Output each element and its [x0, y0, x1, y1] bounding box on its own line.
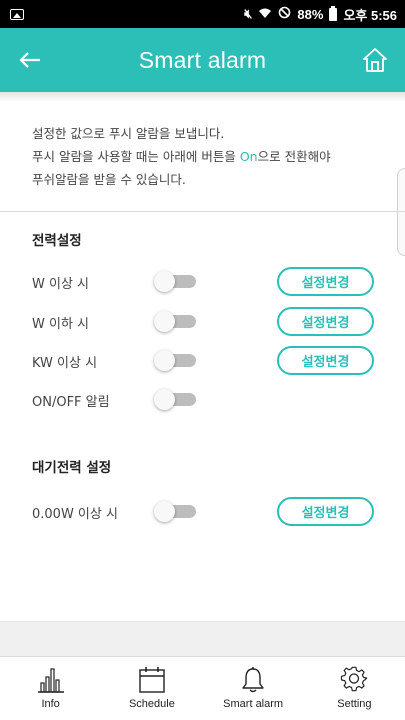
nav-item-setting[interactable]: Setting [304, 657, 405, 720]
toggle-switch[interactable] [154, 389, 196, 410]
description-line-2: 푸시 알람을 사용할 때는 아래에 버튼을 On으로 전환해야 [32, 149, 331, 164]
toggle-switch[interactable] [154, 501, 196, 522]
battery-icon [329, 5, 338, 21]
nav-label: Schedule [128, 698, 175, 710]
change-setting-button[interactable]: 설정변경 [277, 267, 374, 296]
setting-row-onoff: ON/OFF 알림 [0, 385, 405, 415]
battery-percent: 88% [297, 6, 324, 22]
nav-item-schedule[interactable]: Schedule [101, 657, 202, 720]
setting-row-w-below: W 이하 시 설정변경 [0, 307, 405, 337]
change-setting-button[interactable]: 설정변경 [277, 307, 374, 336]
toggle-switch[interactable] [154, 350, 196, 371]
row-label: ON/OFF 알림 [32, 395, 110, 410]
toggle-switch[interactable] [154, 271, 196, 292]
standby-section-title: 대기전력 설정 [32, 460, 112, 476]
gallery-notification-icon [10, 8, 24, 20]
nav-item-smart-alarm[interactable]: Smart alarm [203, 657, 304, 720]
footer-spacer [0, 621, 405, 656]
setting-row-w-above: W 이상 시 설정변경 [0, 267, 405, 297]
row-label: W 이상 시 [32, 277, 89, 292]
description-line-3: 푸쉬알람을 받을 수 있습니다. [32, 172, 186, 187]
nav-label: Smart alarm [223, 698, 284, 710]
setting-row-kw-above: KW 이상 시 설정변경 [0, 346, 405, 376]
gear-icon [341, 666, 368, 692]
description-text: 설정한 값으로 푸시 알람을 보냅니다. 푸시 알람을 사용할 때는 아래에 버… [32, 122, 392, 191]
nav-label: Info [41, 698, 60, 710]
setting-row-standby: 0.00W 이상 시 설정변경 [0, 497, 405, 527]
description-line-1: 설정한 값으로 푸시 알람을 보냅니다. [32, 126, 225, 141]
do-not-disturb-icon [278, 6, 291, 22]
power-section-title: 전력설정 [32, 233, 82, 249]
nav-item-info[interactable]: Info [0, 657, 101, 720]
row-label: KW 이상 시 [32, 356, 98, 371]
on-keyword: On [239, 149, 258, 164]
edge-panel-handle[interactable] [397, 168, 405, 256]
mute-icon: 🔇︎ [244, 6, 253, 21]
row-label: 0.00W 이상 시 [32, 507, 118, 522]
divider [0, 211, 405, 212]
bell-icon [242, 667, 264, 693]
bottom-navigation: Info Schedule Smart alarm Setting [0, 656, 405, 720]
arrow-left-icon [19, 52, 40, 68]
page-title: Smart alarm [138, 46, 267, 73]
back-button[interactable] [10, 40, 50, 80]
wifi-icon [258, 7, 272, 22]
toggle-switch[interactable] [154, 311, 196, 332]
nav-label: Setting [337, 698, 372, 710]
header-shadow [0, 92, 405, 102]
bar-chart-icon [37, 668, 64, 693]
home-icon [363, 48, 387, 72]
row-label: W 이하 시 [32, 317, 89, 332]
change-setting-button[interactable]: 설정변경 [277, 497, 374, 526]
app-header: Smart alarm [0, 28, 405, 92]
calendar-icon [139, 667, 165, 693]
change-setting-button[interactable]: 설정변경 [277, 346, 374, 375]
home-button[interactable] [355, 40, 395, 80]
clock: 오후 5:56 [343, 7, 397, 23]
status-bar: 🔇︎ 88% 오후 5:56 [0, 0, 405, 28]
